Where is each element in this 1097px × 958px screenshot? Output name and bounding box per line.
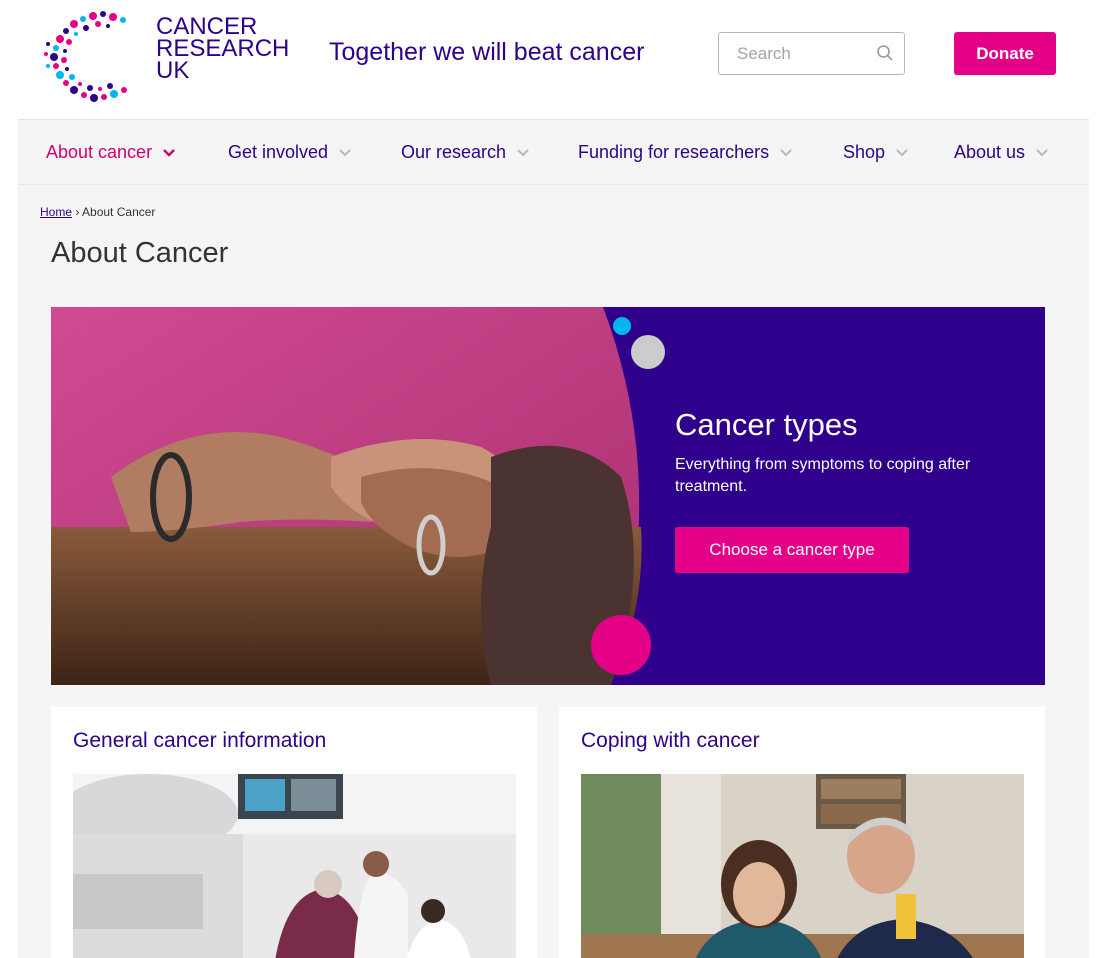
nav-item-label: Shop xyxy=(843,142,886,162)
nav-item-about-us[interactable]: About us xyxy=(954,142,1048,163)
nav-item-get-involved[interactable]: Get involved xyxy=(228,142,351,163)
breadcrumb-separator: › xyxy=(75,205,80,219)
breadcrumb-home-link[interactable]: Home xyxy=(40,205,72,219)
card-title[interactable]: Coping with cancer xyxy=(581,729,760,753)
card-coping-with-cancer[interactable]: Coping with cancer xyxy=(559,707,1045,958)
chevron-down-icon xyxy=(163,149,175,157)
site-tagline: Together we will beat cancer xyxy=(329,38,645,66)
chevron-down-icon xyxy=(1036,149,1048,157)
hero-description: Everything from symptoms to coping after… xyxy=(675,456,971,495)
main-navigation: About cancer Get involved Our research F… xyxy=(18,119,1089,185)
logo-wordmark: CANCER RESEARCH UK xyxy=(156,15,289,84)
site-header: CANCER RESEARCH UK Together we will beat… xyxy=(0,0,1097,120)
cancer-research-uk-logo[interactable]: CANCER RESEARCH UK xyxy=(38,6,289,106)
search-input[interactable] xyxy=(719,33,869,74)
card-general-cancer-information[interactable]: General cancer information xyxy=(51,707,537,958)
page-title: About Cancer xyxy=(51,237,229,269)
search-box[interactable] xyxy=(718,32,905,75)
cancer-types-hero: Cancer types Everything from symptoms to… xyxy=(51,307,1045,685)
card-title[interactable]: General cancer information xyxy=(73,729,326,753)
chevron-down-icon xyxy=(896,149,908,157)
nav-item-label: Our research xyxy=(401,142,507,162)
search-icon[interactable] xyxy=(876,44,894,62)
chevron-down-icon xyxy=(339,149,351,157)
nav-item-funding-for-researchers[interactable]: Funding for researchers xyxy=(578,142,792,163)
breadcrumb-current: About Cancer xyxy=(82,205,156,219)
logo-line: UK xyxy=(156,57,190,84)
nav-item-label: About cancer xyxy=(46,142,153,162)
page-content: About cancer Get involved Our research F… xyxy=(18,119,1089,958)
chevron-down-icon xyxy=(517,149,529,157)
breadcrumb: Home › About Cancer xyxy=(40,205,155,219)
nav-item-shop[interactable]: Shop xyxy=(843,142,908,163)
nav-item-about-cancer[interactable]: About cancer xyxy=(46,142,175,163)
nav-item-our-research[interactable]: Our research xyxy=(401,142,529,163)
nav-item-label: About us xyxy=(954,142,1026,162)
choose-cancer-type-button[interactable]: Choose a cancer type xyxy=(675,527,909,573)
coping-conversation-photo xyxy=(581,774,1024,958)
hero-title: Cancer types xyxy=(675,407,858,442)
nav-item-label: Get involved xyxy=(228,142,329,162)
donate-button[interactable]: Donate xyxy=(954,32,1056,75)
logo-dots-icon xyxy=(44,11,127,102)
radiotherapy-room-photo xyxy=(73,774,516,958)
nav-item-label: Funding for researchers xyxy=(578,142,770,162)
chevron-down-icon xyxy=(780,149,792,157)
